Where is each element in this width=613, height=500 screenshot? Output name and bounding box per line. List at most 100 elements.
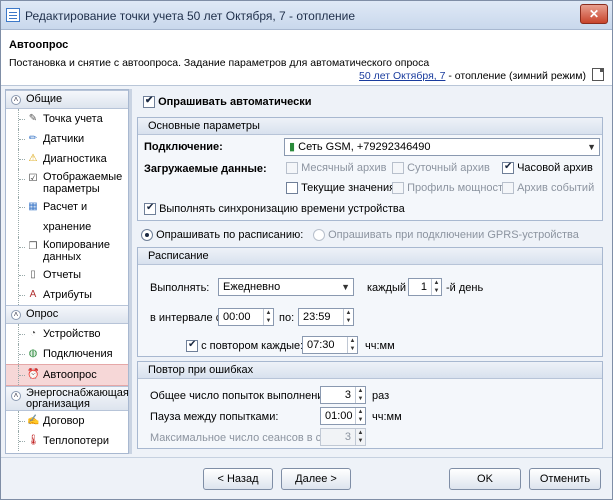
sync-checkbox[interactable] [144,202,156,216]
repeat-checkbox[interactable] [186,339,198,353]
sync-label: Выполнять синхронизацию времени устройст… [159,203,405,215]
page-description: Постановка и снятие с автоопроса. Задани… [9,57,430,69]
opt-power-profile[interactable]: Профиль мощности [392,182,509,195]
sidebar-item-sensors[interactable]: ✏ Датчики [6,129,128,149]
execute-value: Ежедневно [223,281,281,293]
opt-power-profile-checkbox[interactable] [392,182,404,195]
sidebar-item-point[interactable]: ✎ Точка учета [6,109,128,129]
spinner-arrows-icon[interactable]: ▲ ▼ [347,337,357,353]
sidebar-section-polling[interactable]: ˄ Опрос [6,305,128,324]
meter-icon: ✎ [28,113,38,124]
back-button[interactable]: < Назад [203,468,273,490]
sidebar-section-energy-org[interactable]: ˄ Энергоснабжающая организация [6,386,128,411]
collapse-icon[interactable]: ˄ [11,310,21,320]
title-bar[interactable]: Редактирование точки учета 50 лет Октябр… [1,1,612,30]
retry-group: Повтор при ошибках Общее число попыток в… [137,361,603,449]
repeat-row[interactable]: с повтором каждые: [186,339,303,353]
sidebar-item-diagnostics[interactable]: ⚠ Диагностика [6,149,128,169]
sidebar-item-label: Отчеты [43,269,82,281]
sidebar-item-displayed-params[interactable]: ☑ Отображаемые параметры [6,169,128,197]
sidebar-item-label: Устройство [43,328,101,340]
point-link-suffix: - отопление (зимний режим) [445,70,586,82]
collapse-icon[interactable]: ˄ [11,95,21,105]
spinner-arrows-icon[interactable]: ▲ ▼ [355,408,365,424]
checklist-icon: ☑ [28,173,38,184]
interval-label: в интервале с: [150,312,225,324]
sidebar-item-copy-data[interactable]: ❐ Копирование данных [6,237,128,265]
schedule-radio[interactable] [141,229,153,242]
sidebar-item-autopoll[interactable]: ⏰ Автоопрос [6,364,128,386]
auto-poll-row[interactable]: Опрашивать автоматически [143,95,312,109]
gprs-radio[interactable] [313,229,325,242]
point-link[interactable]: 50 лет Октября, 7 [359,70,445,82]
next-button[interactable]: Далее > [281,468,351,490]
calculator-icon: ▦ [28,201,38,212]
execute-select[interactable]: Ежедневно ▼ [218,278,354,296]
open-window-icon[interactable] [592,68,604,81]
opt-hourly-checkbox[interactable] [502,161,514,175]
sidebar-item-heat-loss[interactable]: 🌡 Теплопотери [6,431,128,451]
interval-from-value: 00:00 [223,311,251,323]
section-label: Энергоснабжающая организация [26,387,129,410]
sidebar-item-connections[interactable]: ◍ Подключения [6,344,128,364]
spinner-arrows-icon[interactable]: ▲ ▼ [431,279,441,295]
spinner-arrows-icon[interactable]: ▲ ▼ [355,387,365,403]
sidebar-item-attributes[interactable]: A Атрибуты [6,285,128,305]
pause-unit: чч:мм [372,411,402,423]
ok-button[interactable]: OK [449,468,521,490]
spinner-arrows-icon[interactable]: ▲ ▼ [355,429,365,445]
every-day-spinner[interactable]: 1 ▲ ▼ [408,278,442,296]
sidebar: ˄ Общие ✎ Точка учета ✏ Датчики ⚠ Диагностик… [5,89,129,454]
attempts-value: 3 [344,389,351,401]
opt-monthly[interactable]: Месячный архив [286,162,386,175]
interval-from-spinner[interactable]: 00:00 ▲ ▼ [218,308,274,326]
device-icon: ◔ [29,328,37,339]
opt-daily[interactable]: Суточный архив [392,162,490,175]
opt-hourly[interactable]: Часовой архив [502,161,593,175]
point-link-row: 50 лет Октября, 7 - отопление (зимний ре… [359,70,586,82]
opt-current[interactable]: Текущие значения [286,182,395,195]
attempts-spinner[interactable]: 3 ▲ ▼ [320,386,366,404]
schedule-radio-row[interactable]: Опрашивать по расписанию: [141,229,303,242]
sidebar-item-contract[interactable]: ✍ Договор [6,411,128,431]
repeat-value: 07:30 [307,339,335,351]
sidebar-splitter[interactable] [129,89,132,454]
sidebar-section-general[interactable]: ˄ Общие [6,90,128,109]
sidebar-item-label: Теплопотери [43,435,109,447]
opt-current-checkbox[interactable] [286,182,298,195]
group-title: Повтор при ошибках [138,362,602,379]
sidebar-item-label: Расчет и хранение [43,201,92,233]
repeat-spinner[interactable]: 07:30 ▲ ▼ [302,336,358,354]
spinner-arrows-icon[interactable]: ▲ ▼ [263,309,273,325]
close-button[interactable]: ✕ [580,4,608,24]
opt-daily-label: Суточный архив [407,162,490,174]
sidebar-item-calc-storage[interactable]: ▦ Расчет и хранение [6,197,128,237]
connection-select[interactable]: ▮ Сеть GSM, +79292346490 ▼ [284,138,600,156]
page-title: Автоопрос [9,39,69,51]
execute-label: Выполнять: [150,282,210,294]
sidebar-item-reports[interactable]: ▯ Отчеты [6,265,128,285]
spinner-arrows-icon[interactable]: ▲ ▼ [343,309,353,325]
max-sessions-label: Максимальное число сеансов в сутки: [150,432,346,444]
cancel-button[interactable]: Отменить [529,468,601,490]
max-sessions-value: 3 [344,431,351,443]
auto-poll-checkbox[interactable] [143,95,155,109]
opt-events[interactable]: Архив событий [502,182,594,195]
pause-spinner[interactable]: 01:00 ▲ ▼ [320,407,366,425]
max-sessions-spinner[interactable]: 3 ▲ ▼ [320,428,366,446]
opt-monthly-checkbox[interactable] [286,162,298,175]
sync-row[interactable]: Выполнять синхронизацию времени устройст… [144,202,405,216]
chevron-down-icon[interactable]: ▼ [587,139,596,155]
opt-events-checkbox[interactable] [502,182,514,195]
repeat-unit: чч:мм [365,340,395,352]
copy-icon: ❐ [28,241,38,252]
opt-daily-checkbox[interactable] [392,162,404,175]
pencil-icon: ✏ [28,133,38,144]
interval-to-spinner[interactable]: 23:59 ▲ ▼ [298,308,354,326]
sidebar-item-device[interactable]: ◔ Устройство [6,324,128,344]
section-label: Общие [26,93,63,105]
collapse-icon[interactable]: ˄ [11,391,21,401]
gprs-radio-row[interactable]: Опрашивать при подключении GPRS-устройст… [313,229,579,242]
gprs-radio-label: Опрашивать при подключении GPRS-устройст… [328,229,579,241]
chevron-down-icon[interactable]: ▼ [341,279,350,295]
